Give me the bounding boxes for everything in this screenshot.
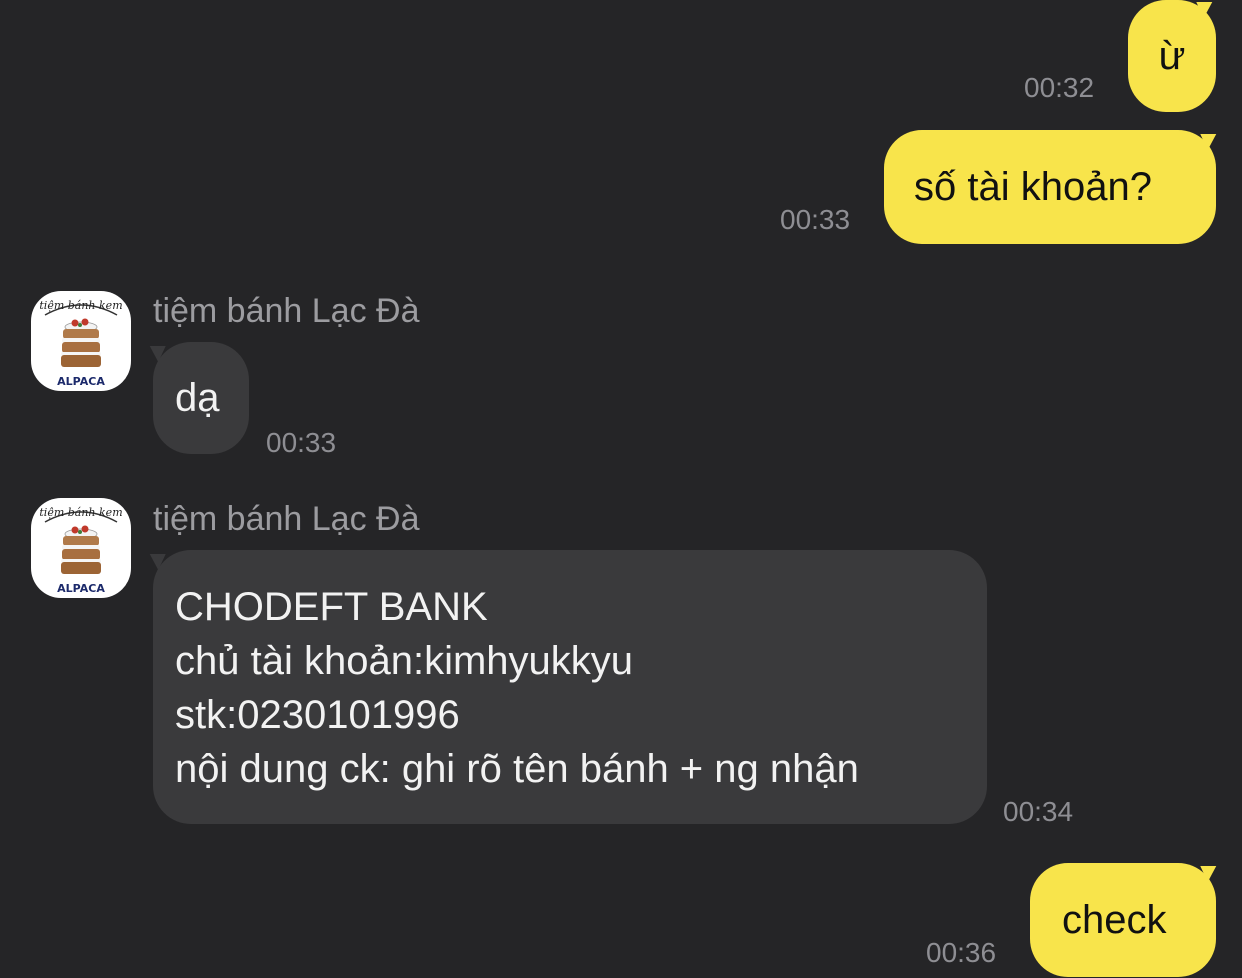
contact-avatar[interactable]: tiệm bánh kem ALPACA bbox=[31, 291, 131, 391]
message-line: CHODEFT BANK bbox=[175, 585, 488, 629]
contact-avatar[interactable]: tiệm bánh kem ALPACA bbox=[31, 498, 131, 598]
message-timestamp: 00:33 bbox=[266, 427, 337, 458]
message-line: nội dung ck: ghi rõ tên bánh + ng nhận bbox=[175, 747, 859, 791]
svg-text:tiệm bánh kem: tiệm bánh kem bbox=[39, 506, 122, 519]
message-bubble[interactable]: CHODEFT BANK chủ tài khoản:kimhyukkyu st… bbox=[153, 550, 987, 824]
message-text: dạ bbox=[175, 376, 220, 420]
message-line: chủ tài khoản:kimhyukkyu bbox=[175, 639, 634, 683]
message-text: check bbox=[1062, 898, 1167, 942]
message-timestamp: 00:32 bbox=[1024, 72, 1095, 103]
message-bubble[interactable]: dạ bbox=[153, 342, 249, 454]
svg-text:ALPACA: ALPACA bbox=[57, 375, 105, 388]
message-bubble[interactable]: check bbox=[1030, 863, 1216, 977]
message-timestamp: 00:33 bbox=[780, 204, 851, 235]
message-bubble[interactable]: số tài khoản? bbox=[884, 130, 1216, 244]
message-text: số tài khoản? bbox=[914, 165, 1152, 209]
message-bubble[interactable]: ừ bbox=[1128, 0, 1216, 112]
message-text: ừ bbox=[1158, 34, 1186, 78]
cake-shop-logo-icon: tiệm bánh kem ALPACA bbox=[39, 299, 122, 388]
message-line: stk:0230101996 bbox=[175, 693, 460, 737]
message-timestamp: 00:36 bbox=[926, 937, 997, 968]
svg-text:ALPACA: ALPACA bbox=[57, 582, 105, 595]
svg-text:tiệm bánh kem: tiệm bánh kem bbox=[39, 299, 122, 312]
cake-shop-logo-icon: tiệm bánh kem ALPACA bbox=[39, 506, 122, 595]
sender-name: tiệm bánh Lạc Đà bbox=[153, 292, 420, 330]
sender-name: tiệm bánh Lạc Đà bbox=[153, 500, 420, 538]
message-timestamp: 00:34 bbox=[1003, 796, 1074, 827]
